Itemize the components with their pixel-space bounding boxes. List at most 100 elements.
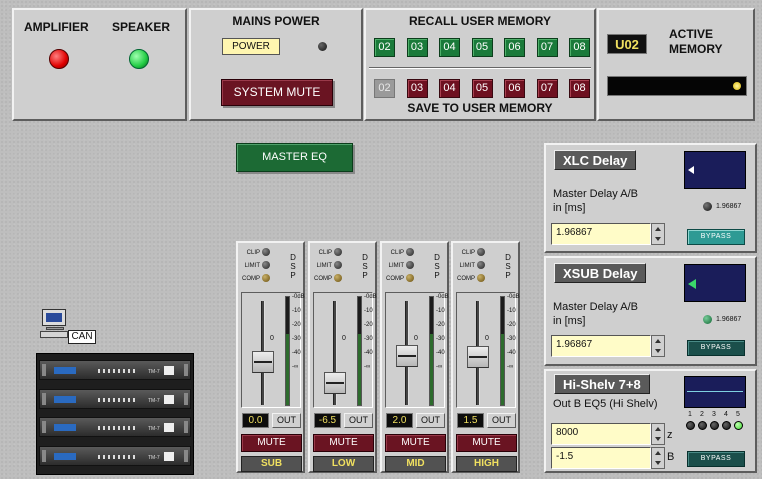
out-button[interactable]: OUT <box>416 413 445 428</box>
channel-name-button[interactable]: SUB <box>241 456 302 472</box>
fader-handle[interactable] <box>324 371 346 394</box>
mute-button[interactable]: MUTE <box>385 434 446 452</box>
comp-led <box>477 274 485 283</box>
recall-slot-button[interactable]: 02 <box>374 38 395 57</box>
band-select-button[interactable] <box>734 421 743 430</box>
channel-strip-mid: CLIP LIMIT COMP D S P 0 -0dB -10 -20 -30 -40 -∞ 2.0 OU… <box>380 241 449 473</box>
power-indicator[interactable]: POWER <box>222 38 280 55</box>
channel-name-button[interactable]: MID <box>385 456 446 472</box>
comp-led <box>262 274 270 283</box>
recall-slot-button[interactable]: 07 <box>536 38 558 57</box>
dsp-label: DSP <box>290 253 296 280</box>
xlc-delay-stepper[interactable] <box>651 223 665 245</box>
xlc-delay-input[interactable]: 1.96867 <box>551 223 651 245</box>
system-mute-button[interactable]: SYSTEM MUTE <box>221 79 333 106</box>
rack-amplifier-unit: TM-7 <box>39 417 191 437</box>
xlc-delay-panel: XLC Delay Master Delay A/B in [ms] 1.968… <box>544 143 757 253</box>
xsub-bypass-button[interactable]: BYPASS <box>687 340 745 356</box>
meter-scale: -0dB -10 -20 -30 -40 -∞ <box>507 294 520 378</box>
limit-label: LIMIT <box>316 263 332 269</box>
recall-slot-button[interactable]: 03 <box>406 38 428 57</box>
meter-scale-label: -40 <box>292 350 301 356</box>
limit-label: LIMIT <box>244 263 260 269</box>
channel-strip-low: CLIP LIMIT COMP D S P 0 -0dB -10 -20 -30 -40 -∞ -6.5 O… <box>308 241 377 473</box>
hishelv-gain-stepper[interactable] <box>651 447 665 469</box>
recall-slot-button[interactable]: 06 <box>504 38 525 57</box>
gain-value[interactable]: 0.0 <box>242 413 269 428</box>
meter-scale-label: -20 <box>507 322 516 328</box>
meter-scale-label: -40 <box>436 350 445 356</box>
meter-scale-label: -30 <box>507 336 516 342</box>
meter-scale-label: -30 <box>364 336 373 342</box>
comp-indicator: COMP <box>310 274 342 284</box>
channel-name-button[interactable]: HIGH <box>456 456 517 472</box>
hishelv-bypass-button[interactable]: BYPASS <box>687 451 745 467</box>
fader-handle[interactable] <box>396 344 418 367</box>
meter-scale-label: -0dB <box>436 294 449 300</box>
xlc-delay-label-line2: in [ms] <box>553 202 586 214</box>
fader-handle[interactable] <box>252 351 274 373</box>
xlc-bypass-button[interactable]: BYPASS <box>687 229 745 245</box>
xsub-delay-title: XSUB Delay <box>554 263 647 283</box>
band-select-button[interactable] <box>710 421 719 430</box>
save-memory-title: SAVE TO USER MEMORY <box>407 101 553 115</box>
comp-indicator: COMP <box>453 274 485 284</box>
comp-label: COMP <box>457 276 475 282</box>
mute-button[interactable]: MUTE <box>456 434 517 452</box>
can-computer-icon[interactable] <box>40 309 68 339</box>
hishelv-freq-unit: z <box>667 429 673 441</box>
hishelv-freq-stepper[interactable] <box>651 423 665 445</box>
save-slot-button[interactable]: 02 <box>374 79 395 98</box>
mute-button[interactable]: MUTE <box>313 434 374 452</box>
out-button[interactable]: OUT <box>487 413 516 428</box>
clip-indicator: CLIP <box>382 248 414 258</box>
meter-scale-label: -40 <box>364 350 373 356</box>
xlc-delay-title: XLC Delay <box>554 150 637 170</box>
out-button[interactable]: OUT <box>344 413 373 428</box>
mute-button[interactable]: MUTE <box>241 434 302 452</box>
meter-scale-label: -20 <box>292 322 301 328</box>
dsp-label: DSP <box>362 253 368 280</box>
clip-indicator: CLIP <box>453 248 485 258</box>
channel-name-button[interactable]: LOW <box>313 456 374 472</box>
save-slot-button[interactable]: 04 <box>439 79 460 98</box>
clip-led <box>262 248 270 257</box>
clip-indicator: CLIP <box>310 248 342 258</box>
save-slot-button[interactable]: 06 <box>504 79 525 98</box>
power-led <box>318 42 327 51</box>
hishelv-freq-input[interactable]: 8000 <box>551 423 651 445</box>
xlc-delay-display <box>684 151 746 189</box>
gain-value[interactable]: 1.5 <box>457 413 484 428</box>
gain-value[interactable]: 2.0 <box>386 413 413 428</box>
hishelv-gain-input[interactable]: -1.5 <box>551 447 651 469</box>
xsub-delay-input[interactable]: 1.96867 <box>551 335 651 357</box>
recall-slot-button[interactable]: 05 <box>471 38 493 57</box>
meter-scale-label: -20 <box>436 322 445 328</box>
save-slot-button[interactable]: 08 <box>569 79 590 98</box>
limit-led <box>334 261 342 270</box>
xsub-delay-display <box>684 264 746 302</box>
band-select-button[interactable] <box>722 421 731 430</box>
limit-led <box>262 261 270 270</box>
out-button[interactable]: OUT <box>272 413 301 428</box>
master-eq-button[interactable]: MASTER EQ <box>236 143 353 172</box>
save-slot-button[interactable]: 03 <box>406 79 428 98</box>
band-select-button[interactable] <box>698 421 707 430</box>
hishelv-gain-unit: B <box>667 451 675 463</box>
amplifier-rack[interactable]: TM-7 TM-7 TM-7 TM-7 <box>36 353 194 475</box>
xsub-delay-stepper[interactable] <box>651 335 665 357</box>
xsub-delay-panel: XSUB Delay Master Delay A/B in [ms] 1.96… <box>544 256 757 366</box>
active-memory-label-line2: MEMORY <box>669 42 723 56</box>
band-select-button[interactable] <box>686 421 695 430</box>
save-slot-button[interactable]: 07 <box>536 79 558 98</box>
fader-handle[interactable] <box>467 346 489 369</box>
active-memory-panel: U02 ACTIVE MEMORY <box>597 8 755 121</box>
clip-label: CLIP <box>318 250 332 256</box>
clip-led <box>477 248 485 257</box>
gain-value[interactable]: -6.5 <box>314 413 341 428</box>
meter-scale-label: -∞ <box>292 364 299 370</box>
recall-slot-button[interactable]: 08 <box>569 38 590 57</box>
clip-label: CLIP <box>246 250 260 256</box>
save-slot-button[interactable]: 05 <box>471 79 493 98</box>
recall-slot-button[interactable]: 04 <box>439 38 460 57</box>
